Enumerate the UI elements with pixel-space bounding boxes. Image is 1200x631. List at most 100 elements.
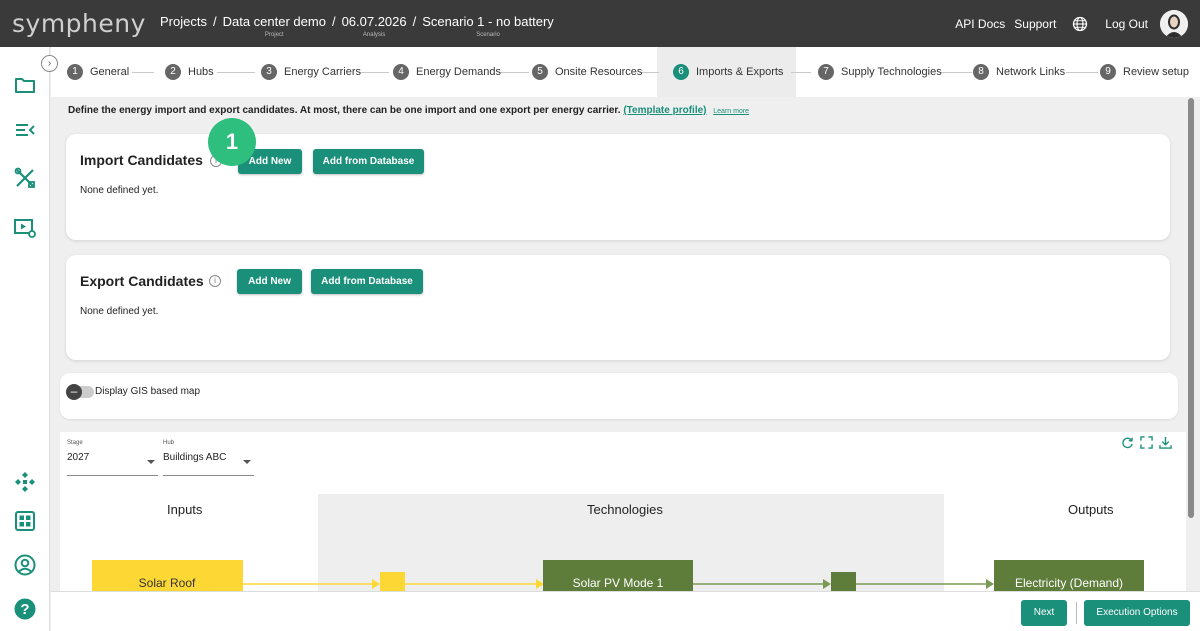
- gis-toggle-row: – Display GIS based map: [60, 373, 1178, 419]
- logout-link[interactable]: Log Out: [1105, 17, 1148, 31]
- step-imports-exports[interactable]: 6 Imports & Exports: [673, 62, 783, 82]
- step-energy-demands[interactable]: 4 Energy Demands: [393, 62, 501, 82]
- step-label: Network Links: [996, 66, 1066, 78]
- output-node-label: Electricity (Demand): [1015, 576, 1123, 590]
- scrollbar[interactable]: [1188, 98, 1196, 591]
- app-logo[interactable]: sympheny: [12, 9, 146, 38]
- bottom-action-bar: Next Execution Options: [51, 591, 1200, 631]
- export-candidates-card: Export Candidates i Add New Add from Dat…: [66, 255, 1170, 360]
- step-connector: [359, 72, 389, 73]
- breadcrumb-sublabel: Scenario: [476, 32, 500, 38]
- export-candidates-title: Export Candidates: [80, 273, 204, 289]
- input-node-label: Solar Roof: [139, 576, 196, 590]
- sidebar-expand-button[interactable]: ›: [41, 55, 58, 72]
- step-connector: [940, 72, 972, 73]
- next-button[interactable]: Next: [1021, 600, 1067, 626]
- breadcrumb-projects[interactable]: Projects: [160, 14, 207, 29]
- step-number: 6: [673, 64, 689, 80]
- step-connector: [1066, 72, 1098, 73]
- description-text: Define the energy import and export cand…: [68, 105, 621, 116]
- play-settings-icon[interactable]: [13, 216, 37, 240]
- step-connector: [217, 72, 255, 73]
- step-supply-technologies[interactable]: 7 Supply Technologies: [818, 62, 942, 82]
- wizard-stepper: 1 General 2 Hubs 3 Energy Carriers 4 Energy …: [51, 47, 1200, 97]
- breadcrumb-label[interactable]: Projects: [160, 14, 207, 29]
- output-port: [831, 572, 856, 592]
- step-number: 8: [973, 64, 989, 80]
- step-number: 7: [818, 64, 834, 80]
- breadcrumb-label[interactable]: Scenario 1 - no battery: [422, 14, 554, 29]
- scrollbar-thumb[interactable]: [1188, 98, 1194, 518]
- step-connector: [499, 72, 529, 73]
- support-link[interactable]: Support: [1014, 17, 1056, 31]
- breadcrumb-separator: /: [212, 14, 217, 29]
- top-bar: sympheny Projects / Data center demo Proj…: [0, 0, 1200, 47]
- import-empty-text: None defined yet.: [80, 185, 159, 196]
- sidebar: ?: [0, 47, 50, 631]
- breadcrumb-separator: /: [331, 14, 336, 29]
- step-connector: [791, 72, 811, 73]
- step-label: Imports & Exports: [696, 66, 784, 78]
- step-hubs[interactable]: 2 Hubs: [165, 62, 214, 82]
- arrow-head-icon: [986, 579, 994, 589]
- api-docs-link[interactable]: API Docs: [955, 17, 1005, 31]
- breadcrumb-sublabel: Analysis: [362, 32, 386, 38]
- step-onsite-resources[interactable]: 5 Onsite Resources: [532, 62, 642, 82]
- step-label: Onsite Resources: [555, 66, 643, 78]
- step-number: 9: [1100, 64, 1116, 80]
- breadcrumb: Projects / Data center demo Project / 06.…: [160, 14, 554, 38]
- folder-icon[interactable]: [13, 73, 37, 97]
- step-number: 3: [261, 64, 277, 80]
- step-number: 4: [393, 64, 409, 80]
- step-number: 5: [532, 64, 548, 80]
- breadcrumb-separator: /: [412, 14, 417, 29]
- outputs-column-title: Outputs: [1068, 502, 1114, 517]
- input-port: [380, 572, 405, 592]
- step-general[interactable]: 1 General: [67, 62, 129, 82]
- tech-node-label: Solar PV Mode 1: [573, 576, 664, 590]
- execution-options-button[interactable]: Execution Options: [1084, 600, 1190, 626]
- step-review-setup[interactable]: 9 Review setup: [1100, 62, 1189, 82]
- learn-more-link[interactable]: Learn more: [713, 108, 749, 115]
- dashboard-icon[interactable]: [13, 509, 37, 533]
- step-badge: 1: [208, 118, 256, 166]
- breadcrumb-sublabel: Project: [264, 32, 284, 38]
- export-add-new-button[interactable]: Add New: [237, 269, 302, 294]
- globe-icon[interactable]: [1072, 16, 1088, 32]
- list-collapse-icon[interactable]: [13, 118, 37, 142]
- step-number: 2: [165, 64, 181, 80]
- gis-toggle-label: Display GIS based map: [95, 386, 201, 397]
- toggle-off-icon[interactable]: –: [66, 384, 82, 400]
- breadcrumb-scenario[interactable]: Scenario 1 - no battery Scenario: [422, 14, 554, 38]
- breadcrumb-label[interactable]: 06.07.2026: [342, 14, 407, 29]
- step-connector: [641, 72, 659, 73]
- top-nav: API Docs Support Log Out: [946, 10, 1188, 38]
- import-candidates-title: Import Candidates: [80, 152, 203, 168]
- step-energy-carriers[interactable]: 3 Energy Carriers: [261, 62, 361, 82]
- technologies-column-title: Technologies: [587, 502, 663, 517]
- step-label: Supply Technologies: [841, 66, 942, 78]
- inputs-column-title: Inputs: [167, 502, 203, 517]
- breadcrumb-analysis[interactable]: 06.07.2026 Analysis: [342, 14, 407, 38]
- export-empty-text: None defined yet.: [80, 306, 159, 317]
- breadcrumb-project[interactable]: Data center demo Project: [223, 14, 326, 38]
- breadcrumb-label[interactable]: Data center demo: [223, 14, 326, 29]
- template-profile-link[interactable]: (Template profile): [623, 105, 706, 116]
- step-connector: [132, 72, 154, 73]
- tools-icon[interactable]: [13, 166, 37, 190]
- step-network-links[interactable]: 8 Network Links: [973, 62, 1065, 82]
- step-label: Energy Demands: [416, 66, 501, 78]
- help-icon[interactable]: ?: [13, 597, 37, 621]
- import-add-from-database-button[interactable]: Add from Database: [313, 149, 424, 174]
- export-add-from-database-button[interactable]: Add from Database: [311, 269, 423, 294]
- step-number: 1: [67, 64, 83, 80]
- user-circle-icon[interactable]: [13, 553, 37, 577]
- page-description: Define the energy import and export cand…: [68, 105, 749, 116]
- avatar[interactable]: [1160, 10, 1188, 38]
- step-label: Hubs: [188, 66, 214, 78]
- step-label: Review setup: [1123, 66, 1190, 78]
- energy-flow-panel: Stage 2027 Hub Buildings ABC Solar Roof …: [60, 432, 1186, 592]
- divider: [1076, 602, 1077, 624]
- network-icon[interactable]: [13, 470, 37, 494]
- info-icon[interactable]: i: [209, 275, 221, 287]
